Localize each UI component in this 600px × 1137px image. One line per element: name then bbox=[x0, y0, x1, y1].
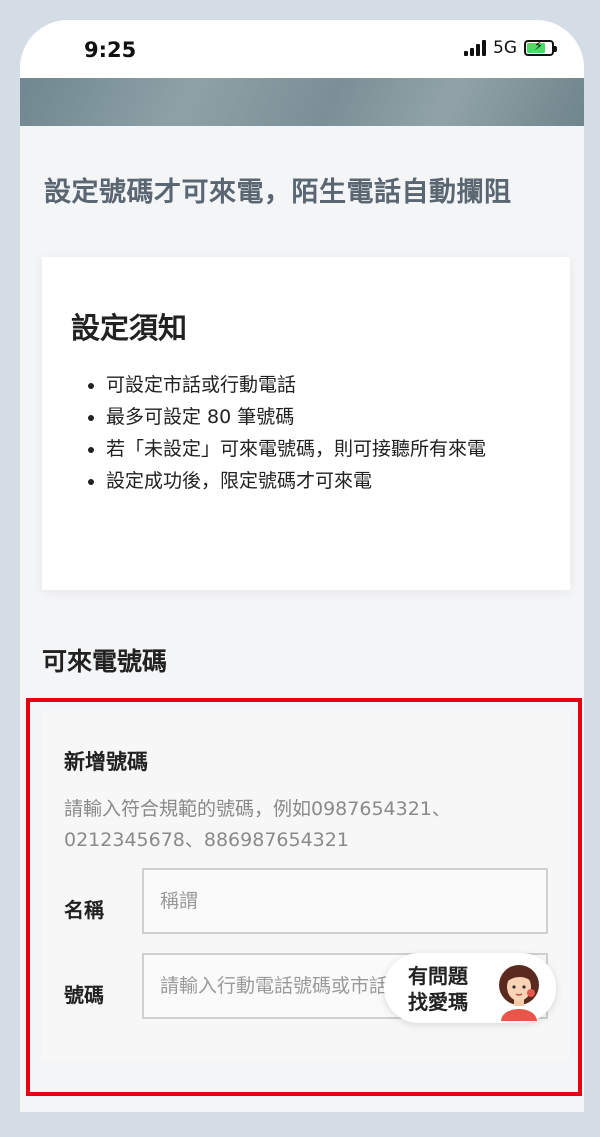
page-headline: 設定號碼才可來電，陌生電話自動攔阻 bbox=[44, 177, 512, 208]
status-bar: 9:25 5G ⚡ bbox=[20, 20, 584, 78]
assistant-avatar-icon bbox=[499, 965, 539, 1021]
help-chat-button[interactable]: 有問題 找愛瑪 bbox=[384, 953, 556, 1023]
battery-icon: ⚡ bbox=[524, 39, 557, 56]
notice-item: 若「未設定」可來電號碼，則可接聽所有來電 bbox=[106, 433, 556, 465]
section-title-allowed-numbers: 可來電號碼 bbox=[42, 647, 168, 676]
notice-item: 設定成功後，限定號碼才可來電 bbox=[106, 465, 556, 497]
status-time: 9:25 bbox=[84, 38, 137, 62]
notice-list: 可設定市話或行動電話 最多可設定 80 筆號碼 若「未設定」可來電號碼，則可接聽… bbox=[86, 369, 556, 497]
help-label-line1: 有問題 bbox=[408, 964, 468, 988]
highlight-box bbox=[26, 698, 582, 1096]
header-banner-image bbox=[20, 78, 584, 126]
help-label: 有問題 找愛瑪 bbox=[408, 963, 488, 1015]
notice-item: 最多可設定 80 筆號碼 bbox=[106, 401, 556, 433]
notice-title: 設定須知 bbox=[71, 311, 188, 345]
signal-icon bbox=[464, 40, 486, 56]
status-icons: 5G ⚡ bbox=[464, 38, 557, 58]
notice-item: 可設定市話或行動電話 bbox=[106, 369, 556, 401]
help-label-line2: 找愛瑪 bbox=[408, 990, 468, 1014]
notice-card: 設定須知 可設定市話或行動電話 最多可設定 80 筆號碼 若「未設定」可來電號碼… bbox=[42, 257, 570, 590]
network-type: 5G bbox=[493, 38, 517, 58]
